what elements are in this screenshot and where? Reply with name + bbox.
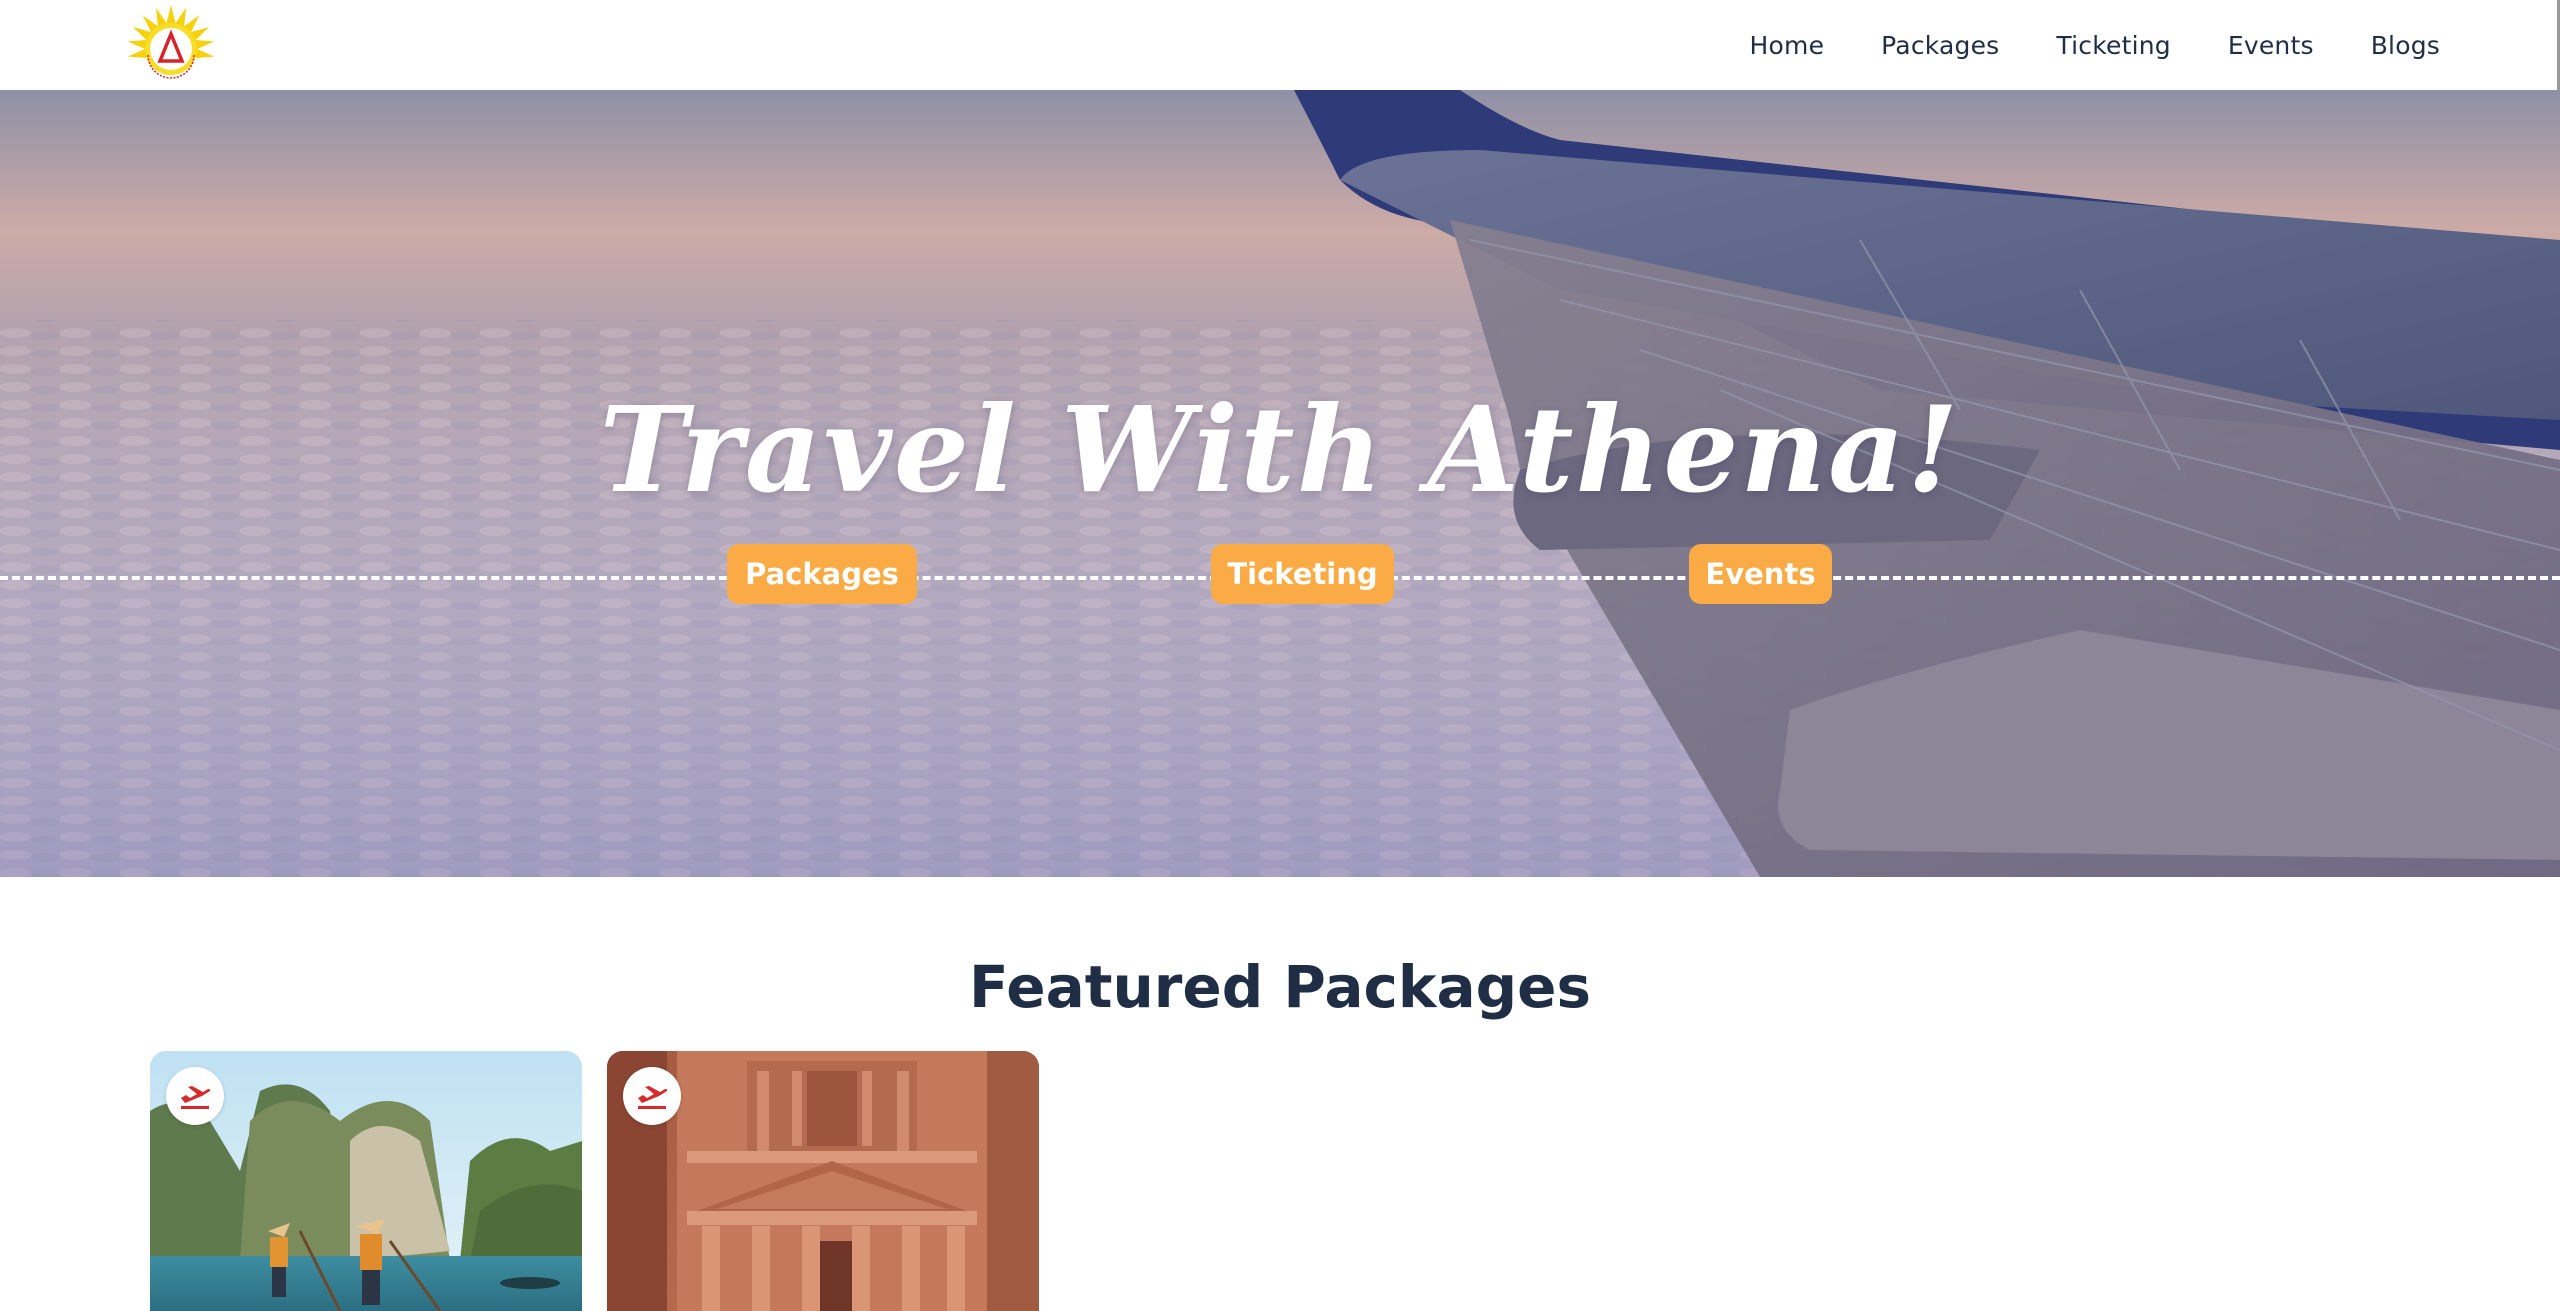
package-badge xyxy=(623,1067,681,1125)
athena-logo[interactable] xyxy=(110,4,232,86)
package-card-petra[interactable] xyxy=(607,1051,1039,1311)
hero-title: Travel With Athena! xyxy=(599,380,1961,519)
featured-packages-heading: Featured Packages xyxy=(969,953,1591,1021)
nav-packages[interactable]: Packages xyxy=(1881,31,1999,60)
nav-blogs[interactable]: Blogs xyxy=(2371,31,2440,60)
nav-events[interactable]: Events xyxy=(2228,31,2314,60)
nav-ticketing[interactable]: Ticketing xyxy=(2056,31,2170,60)
hero-banner: Travel With Athena! Packages Ticketing E… xyxy=(0,90,2560,877)
nav-home[interactable]: Home xyxy=(1750,31,1825,60)
package-badge xyxy=(166,1067,224,1125)
package-card-halong-bay[interactable] xyxy=(150,1051,582,1311)
airplane-departure-icon xyxy=(638,1086,668,1109)
hero-packages-button[interactable]: Packages xyxy=(727,544,917,604)
main-nav: Home Packages Ticketing Events Blogs xyxy=(1750,0,2440,90)
airplane-departure-icon xyxy=(181,1086,211,1109)
hero-events-button[interactable]: Events xyxy=(1689,544,1832,604)
hero-ticketing-button[interactable]: Ticketing xyxy=(1211,544,1394,604)
site-header: Home Packages Ticketing Events Blogs xyxy=(0,0,2560,90)
